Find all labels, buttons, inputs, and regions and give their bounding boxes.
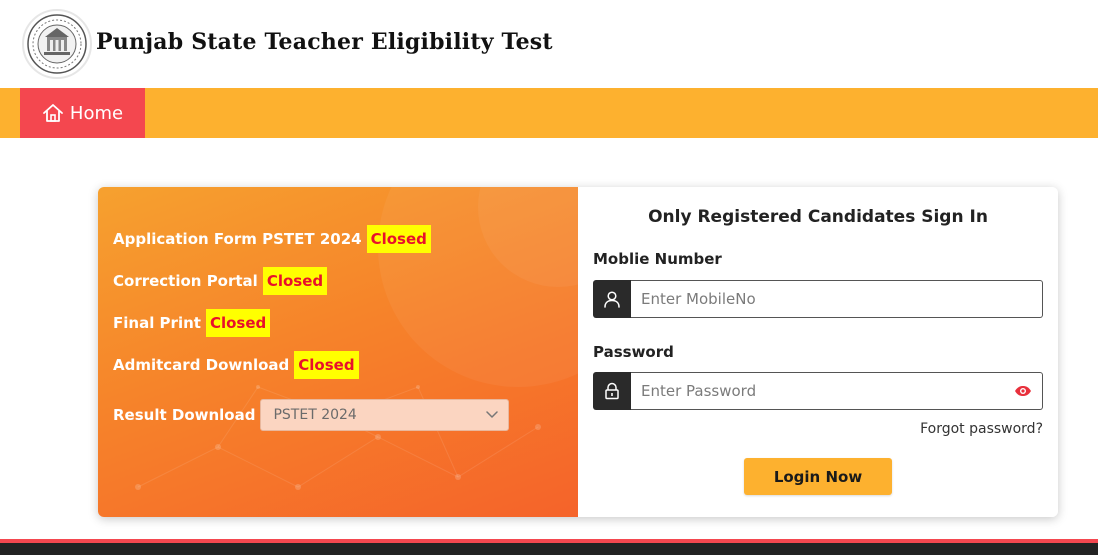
password-input-group (593, 372, 1043, 410)
signin-panel: Only Registered Candidates Sign In Mobli… (578, 187, 1058, 517)
main-navbar: Home (0, 88, 1098, 138)
user-icon (593, 280, 631, 318)
site-title: Punjab State Teacher Eligibility Test (96, 29, 553, 55)
mobile-label: Moblie Number (593, 250, 722, 268)
mobile-input-group (593, 280, 1043, 318)
status-badge: Closed (294, 351, 359, 379)
password-input[interactable] (631, 372, 1043, 410)
login-card: Application Form PSTET 2024 Closed Corre… (98, 187, 1058, 517)
result-download-label: Result Download (113, 406, 256, 424)
result-select-value: PSTET 2024 (273, 407, 357, 423)
status-label: Admitcard Download (113, 356, 290, 374)
site-header: Punjab State Teacher Eligibility Test (0, 0, 1098, 88)
status-row-application-form: Application Form PSTET 2024 Closed (113, 225, 431, 253)
status-row-final-print: Final Print Closed (113, 309, 271, 337)
status-badge: Closed (205, 309, 271, 337)
footer-bar (0, 543, 1098, 555)
status-row-correction-portal: Correction Portal Closed (113, 267, 328, 295)
nav-home-link[interactable]: Home (20, 88, 145, 138)
lock-icon (593, 372, 631, 410)
password-label: Password (593, 343, 674, 361)
forgot-password-link[interactable]: Forgot password? (920, 421, 1043, 437)
home-icon (42, 103, 64, 123)
status-label: Correction Portal (113, 272, 258, 290)
status-label: Final Print (113, 314, 201, 332)
status-label: Application Form PSTET 2024 (113, 230, 362, 248)
chevron-down-icon (486, 407, 499, 423)
page: Punjab State Teacher Eligibility Test Ho… (0, 0, 1098, 555)
login-button[interactable]: Login Now (744, 458, 892, 495)
mobile-input[interactable] (631, 280, 1043, 318)
result-download-row: Result Download PSTET 2024 (113, 399, 510, 431)
status-badge: Closed (262, 267, 328, 295)
result-select[interactable]: PSTET 2024 (260, 399, 510, 431)
eye-icon[interactable] (1013, 382, 1033, 400)
state-emblem-seal-icon (22, 9, 92, 79)
status-panel: Application Form PSTET 2024 Closed Corre… (98, 187, 578, 517)
signin-title: Only Registered Candidates Sign In (648, 207, 988, 227)
status-badge: Closed (366, 225, 431, 253)
nav-home-label: Home (69, 102, 124, 124)
status-row-admitcard-download: Admitcard Download Closed (113, 351, 359, 379)
